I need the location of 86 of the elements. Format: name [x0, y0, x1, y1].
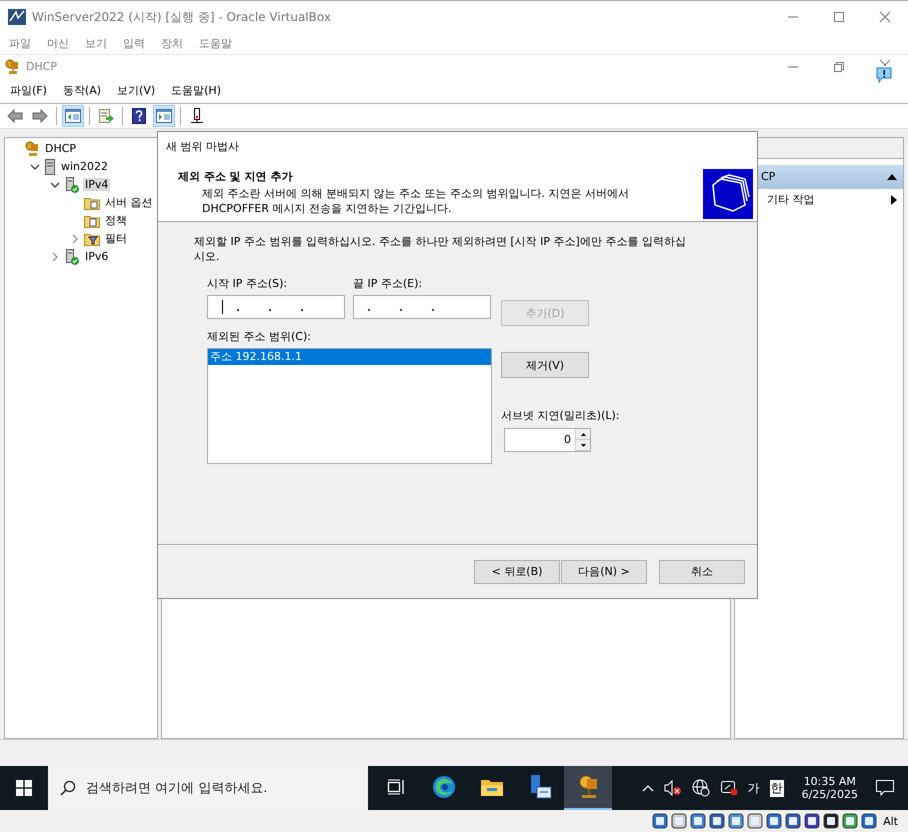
- device-status-icon[interactable]: [842, 813, 858, 830]
- device-status-icon[interactable]: [728, 813, 744, 830]
- dhcp-icon: [4, 58, 20, 75]
- device-status-icon[interactable]: [747, 813, 764, 830]
- list-item[interactable]: 주소 192.168.1.1: [208, 349, 491, 365]
- dhcp-icon: [24, 140, 40, 157]
- window-title: DHCP: [26, 60, 58, 74]
- menu-item[interactable]: 머신: [47, 36, 69, 52]
- action-pane-button[interactable]: [153, 104, 175, 127]
- device-icon[interactable]: [720, 780, 738, 796]
- notification-icon[interactable]: [876, 66, 892, 83]
- window-title: WinServer2022 (시작) [실행 중] - Oracle VirtualBox: [32, 8, 331, 26]
- field-label: 제외된 주소 범위(C):: [207, 329, 312, 344]
- search-box[interactable]: 검색하려면 여기에 입력하세요.: [48, 766, 368, 810]
- browser-icon: [432, 775, 456, 800]
- arrow-right-icon: [32, 108, 48, 123]
- tree-item[interactable]: 필터: [103, 231, 129, 246]
- host-key-label: Alt: [883, 814, 898, 828]
- instruction-text: 제외할 IP 주소 범위를 입력하십시오. 주소를 하나만 제외하려면 [시작 IP 주소]에만 주소를 입력하십시오.: [194, 234, 687, 264]
- field-label: 서브넷 지연(밀리초)(L):: [501, 408, 620, 423]
- next-button[interactable]: 다음(N) >: [561, 560, 647, 584]
- action-item[interactable]: 기타 작업: [735, 188, 903, 211]
- back-button[interactable]: < 뒤로(B): [474, 560, 560, 584]
- delay-spinner[interactable]: 0: [504, 428, 591, 452]
- virtualbox-icon: [8, 9, 26, 26]
- search-field[interactable]: 검색하려면 여기에 입력하세요.: [86, 780, 356, 796]
- chevron-up-icon[interactable]: [642, 784, 654, 792]
- dhcp-button[interactable]: [564, 766, 612, 810]
- menu-item[interactable]: 도움말(H): [171, 83, 221, 98]
- device-status-icon[interactable]: [766, 813, 782, 830]
- cancel-button[interactable]: 취소: [659, 560, 745, 584]
- network-icon: [190, 108, 204, 124]
- device-status-icon[interactable]: [861, 813, 878, 830]
- console-tree-button[interactable]: [62, 104, 84, 127]
- task-view-icon: [387, 779, 405, 796]
- device-status-icon[interactable]: [690, 813, 706, 830]
- submenu-arrow-icon: [891, 194, 897, 205]
- tree-item[interactable]: 정책: [103, 213, 129, 228]
- folder-icon: [480, 777, 504, 798]
- device-status-icon[interactable]: [671, 813, 688, 830]
- collapse-arrow-icon[interactable]: [887, 174, 897, 180]
- end-ip-field[interactable]: [353, 295, 491, 319]
- tree-item[interactable]: 서버 옵션: [103, 195, 154, 210]
- server-icon: [44, 158, 56, 175]
- tree-item[interactable]: IPv6: [83, 250, 110, 264]
- remove-button[interactable]: 제거(V): [501, 352, 589, 378]
- globe-icon[interactable]: [692, 779, 710, 798]
- arrow-left-icon: [7, 108, 23, 123]
- dialog-title: 새 범위 마법사: [166, 139, 239, 154]
- maximize-icon: [833, 11, 845, 24]
- language-indicator[interactable]: 한: [770, 780, 784, 797]
- tree-item[interactable]: win2022: [59, 160, 110, 174]
- start-ip-field[interactable]: [207, 295, 345, 319]
- server-check-icon: [64, 248, 80, 265]
- menu-item[interactable]: 보기: [85, 36, 107, 52]
- speaker-muted-icon[interactable]: [664, 780, 682, 796]
- window-pane-icon: [65, 108, 81, 123]
- server-manager-icon: [528, 774, 552, 800]
- menu-item[interactable]: 장치: [161, 36, 183, 52]
- menu-item[interactable]: 입력: [123, 36, 145, 52]
- device-status-icon[interactable]: [709, 813, 726, 830]
- menu-item[interactable]: 동작(A): [62, 83, 102, 98]
- page-heading: 제외 주소 및 지연 추가: [178, 169, 294, 184]
- menu-item[interactable]: 도움말: [199, 36, 232, 52]
- device-status-icon[interactable]: [804, 813, 820, 830]
- window-pane-icon: [156, 108, 172, 123]
- field-label: 시작 IP 주소(S):: [207, 276, 288, 291]
- input-mode-indicator[interactable]: 가: [748, 780, 760, 797]
- device-status-icon[interactable]: [652, 813, 668, 830]
- page-description: 제외 주소란 서버에 의해 분배되지 않는 주소 또는 주소의 범위입니다. 지연은 서버에서 DHCPOFFER 메시지 전송을 지연하는 기간입니다.: [201, 186, 630, 216]
- device-status-icon[interactable]: [785, 813, 802, 830]
- tree-item[interactable]: DHCP: [43, 142, 78, 156]
- field-label: 끝 IP 주소(E):: [353, 276, 424, 291]
- search-icon: [60, 780, 76, 796]
- device-status-icon[interactable]: [823, 813, 840, 830]
- export-list-icon: [98, 108, 114, 123]
- windows-icon: [16, 780, 32, 796]
- help-icon: [132, 108, 146, 124]
- restore-icon: [833, 60, 845, 73]
- tree-item[interactable]: IPv4: [83, 178, 110, 192]
- menu-item[interactable]: 파일: [9, 36, 31, 52]
- menu-item[interactable]: 보기(V): [117, 83, 156, 98]
- clock-date[interactable]: 6/25/2025: [802, 788, 858, 802]
- clock-time[interactable]: 10:35 AM: [804, 775, 856, 788]
- server-check-icon: [64, 176, 80, 193]
- menu-item[interactable]: 파일(F): [10, 83, 47, 98]
